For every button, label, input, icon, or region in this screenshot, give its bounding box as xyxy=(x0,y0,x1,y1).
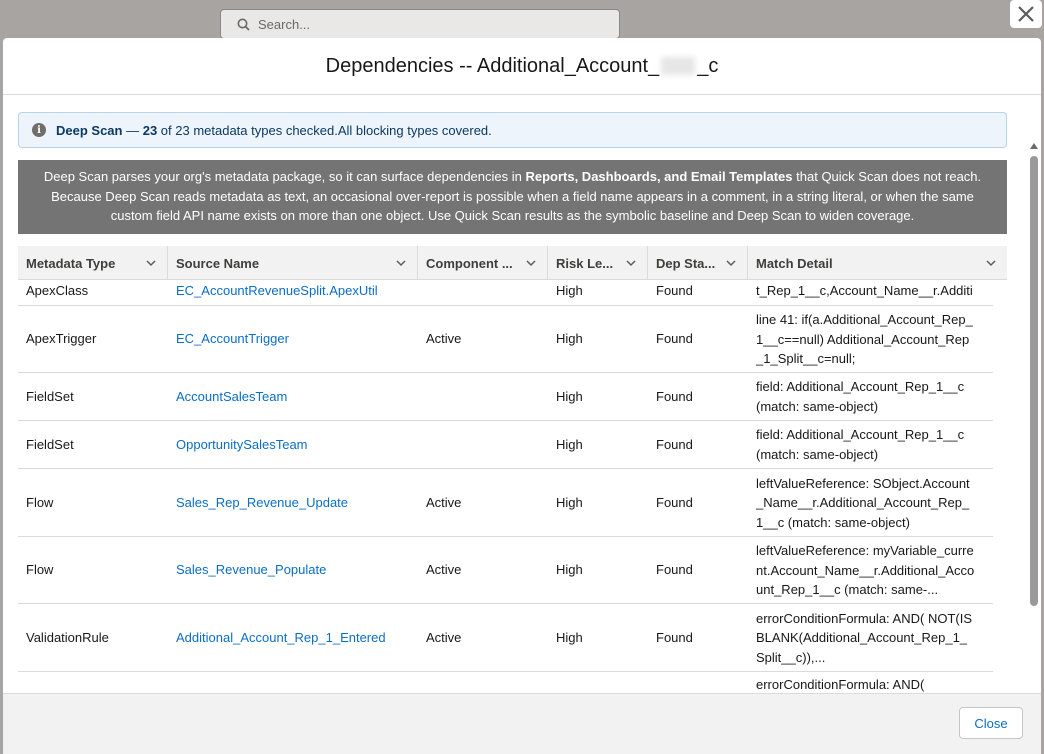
chevron-down-icon[interactable] xyxy=(725,257,737,269)
modal-footer: Close xyxy=(3,693,1041,754)
risk-level-cell: High xyxy=(556,282,583,298)
component-status-cell: Active xyxy=(426,629,462,645)
match-detail-cell: line 41: if(a.Additional_Account_Rep_1__… xyxy=(756,312,973,366)
risk-level-cell: High xyxy=(556,629,583,645)
modal-header: Dependencies -- Additional_Account_ _c xyxy=(3,38,1041,95)
table-header: Metadata Type Source Name Component ... … xyxy=(18,246,1007,280)
metadata-type-cell: ApexTrigger xyxy=(26,331,97,347)
metadata-type-cell: FieldSet xyxy=(26,436,74,452)
search-icon xyxy=(237,18,250,31)
metadata-type-cell: ValidationRule xyxy=(26,629,109,645)
dep-status-cell: Found xyxy=(656,388,693,404)
modal-close-x-button[interactable] xyxy=(1010,0,1042,28)
column-header-match-detail[interactable]: Match Detail xyxy=(748,246,1007,280)
component-status-cell: Active xyxy=(426,331,462,347)
risk-level-cell: High xyxy=(556,331,583,347)
risk-level-cell: High xyxy=(556,388,583,404)
info-text: of 23 metadata types checked.All blockin… xyxy=(157,122,492,138)
dep-status-cell: Found xyxy=(656,562,693,578)
dep-status-cell: Found xyxy=(656,494,693,510)
deep-scan-banner: Deep Scan parses your org's metadata pac… xyxy=(18,160,1007,234)
table-row[interactable]: Flow Sales_Revenue_Populate Active High … xyxy=(18,537,993,604)
dep-status-cell: Found xyxy=(656,629,693,645)
column-header-source-name[interactable]: Source Name xyxy=(168,246,418,280)
table-row[interactable]: errorConditionFormula: AND( xyxy=(18,672,993,693)
close-button[interactable]: Close xyxy=(959,707,1023,739)
source-name-link[interactable]: Additional_Account_Rep_1_Entered xyxy=(168,628,418,648)
scroll-up-icon[interactable] xyxy=(1029,142,1039,150)
match-detail-cell: leftValueReference: SObject.Account_Name… xyxy=(756,475,970,530)
metadata-type-cell: FieldSet xyxy=(26,388,74,404)
risk-level-cell: High xyxy=(556,562,583,578)
metadata-type-cell: ApexClass xyxy=(26,282,89,298)
metadata-type-cell: Flow xyxy=(26,494,54,510)
dependencies-modal: Dependencies -- Additional_Account_ _c i … xyxy=(3,38,1041,754)
chevron-down-icon[interactable] xyxy=(985,257,997,269)
table-scrollbar[interactable] xyxy=(1005,280,1007,693)
match-detail-cell: errorConditionFormula: AND( xyxy=(756,677,925,692)
dep-status-cell: Found xyxy=(656,436,693,452)
risk-level-cell: High xyxy=(556,494,583,510)
close-icon xyxy=(1018,6,1034,22)
match-detail-cell: errorConditionFormula: AND( NOT(ISBLANK(… xyxy=(756,610,972,665)
risk-level-cell: High xyxy=(556,436,583,452)
match-detail-cell: leftValueReference: myVariable_current.A… xyxy=(756,543,975,597)
modal-scrollbar[interactable] xyxy=(1027,138,1041,728)
table-row[interactable]: FieldSet AccountSalesTeam High Found fie… xyxy=(18,373,993,421)
column-header-component-status[interactable]: Component ... xyxy=(418,246,548,280)
search-input[interactable]: Search... xyxy=(220,9,620,39)
chevron-down-icon[interactable] xyxy=(395,257,407,269)
info-icon: i xyxy=(32,123,46,137)
modal-body: i Deep Scan — 23 of 23 metadata types ch… xyxy=(3,96,1041,693)
source-name-link[interactable]: EC_AccountRevenueSplit.ApexUtil xyxy=(168,281,418,301)
source-name-link[interactable]: AccountSalesTeam xyxy=(168,387,418,407)
modal-title: Dependencies -- Additional_Account_ _c xyxy=(325,54,719,77)
column-header-dep-status[interactable]: Dep Sta... xyxy=(648,246,748,280)
table-rows: ApexClass EC_AccountRevenueSplit.ApexUti… xyxy=(18,263,993,693)
table-row[interactable]: ValidationRule Additional_Account_Rep_1_… xyxy=(18,604,993,672)
component-status-cell: Active xyxy=(426,562,462,578)
match-detail-cell: field: Additional_Account_Rep_1__c (matc… xyxy=(756,427,965,462)
column-header-risk-level[interactable]: Risk Le... xyxy=(548,246,648,280)
column-header-metadata-type[interactable]: Metadata Type xyxy=(18,246,168,280)
chevron-down-icon[interactable] xyxy=(145,257,157,269)
table-row[interactable]: FieldSet OpportunitySalesTeam High Found… xyxy=(18,421,993,469)
source-name-link[interactable]: EC_AccountTrigger xyxy=(168,329,418,349)
source-name-link[interactable]: OpportunitySalesTeam xyxy=(168,435,418,455)
match-detail-cell: field: Additional_Account_Rep_1__c (matc… xyxy=(756,379,965,414)
chevron-down-icon[interactable] xyxy=(525,257,537,269)
source-name-link[interactable]: Sales_Revenue_Populate xyxy=(168,560,418,580)
redacted-text xyxy=(661,57,696,76)
dependencies-table: Metadata Type Source Name Component ... … xyxy=(18,246,1007,693)
chevron-down-icon[interactable] xyxy=(625,257,637,269)
source-name-link[interactable]: Sales_Rep_Revenue_Update xyxy=(168,493,418,513)
checked-count: 23 xyxy=(142,122,158,138)
dep-status-cell: Found xyxy=(656,282,693,298)
scroll-thumb[interactable] xyxy=(1030,156,1038,606)
deep-scan-label: Deep Scan xyxy=(56,122,123,138)
metadata-type-cell: Flow xyxy=(26,562,54,578)
table-row[interactable]: Flow Sales_Rep_Revenue_Update Active Hig… xyxy=(18,469,993,537)
dep-status-cell: Found xyxy=(656,331,693,347)
component-status-cell: Active xyxy=(426,494,462,510)
deep-scan-info-box: i Deep Scan — 23 of 23 metadata types ch… xyxy=(18,112,1007,148)
search-placeholder: Search... xyxy=(258,16,311,32)
table-row[interactable]: ApexTrigger EC_AccountTrigger Active Hig… xyxy=(18,306,993,373)
